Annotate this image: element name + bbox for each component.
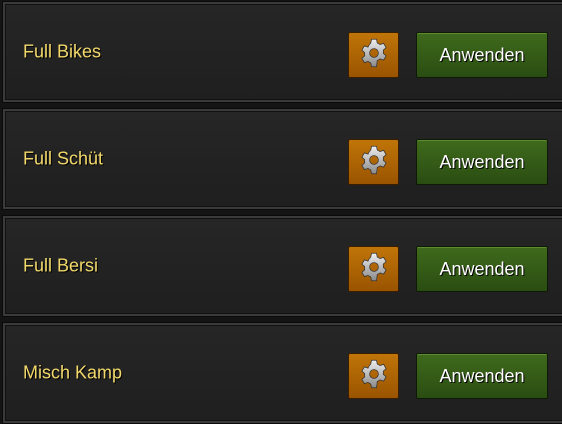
apply-button[interactable]: Anwenden: [416, 32, 548, 78]
settings-button[interactable]: [348, 246, 399, 292]
preset-name: Full Bikes: [23, 41, 102, 62]
apply-button[interactable]: Anwenden: [416, 246, 548, 292]
preset-row: Full Bikes Anwenden: [3, 2, 562, 102]
settings-button[interactable]: [348, 353, 399, 399]
gear-icon: [359, 359, 389, 394]
preset-row: Misch Kamp Anwenden: [3, 323, 562, 423]
preset-row: Full Schüt Anwenden: [3, 109, 562, 209]
preset-name: Full Schüt: [23, 148, 104, 169]
gear-icon: [359, 38, 389, 73]
preset-row: Full Bersi Anwenden: [3, 216, 562, 316]
apply-button[interactable]: Anwenden: [416, 353, 548, 399]
settings-button[interactable]: [348, 32, 399, 78]
apply-button[interactable]: Anwenden: [416, 139, 548, 185]
gear-icon: [359, 252, 389, 287]
gear-icon: [359, 145, 389, 180]
settings-button[interactable]: [348, 139, 399, 185]
preset-name: Full Bersi: [23, 255, 99, 276]
preset-name: Misch Kamp: [23, 362, 123, 383]
